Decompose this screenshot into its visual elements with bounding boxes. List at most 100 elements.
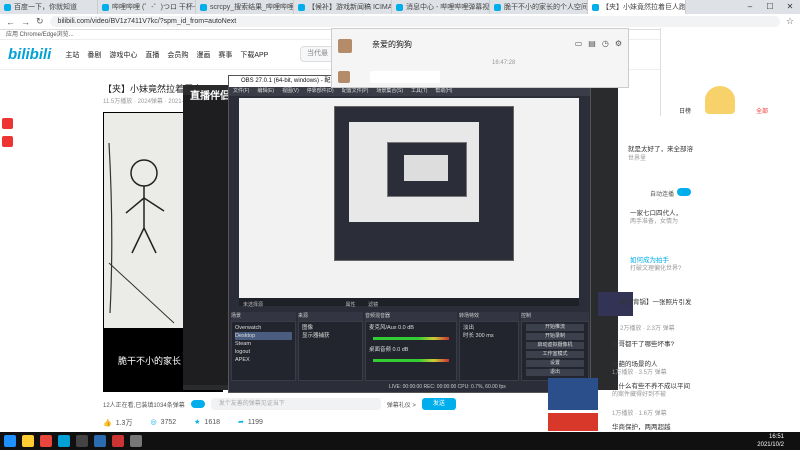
sources-dock: 图像 显示器捕获 bbox=[298, 321, 363, 381]
site-logo[interactable]: bilibili bbox=[8, 46, 51, 63]
obs-icon[interactable] bbox=[76, 435, 88, 447]
virtual-camera-button[interactable]: 启动虚拟摄像机 bbox=[526, 342, 584, 349]
menu-item[interactable]: 视图(V) bbox=[282, 87, 299, 96]
nested-preview bbox=[404, 155, 448, 181]
browser-tab-active[interactable]: 【夹】小妹竟然拉着巨人跑了 bbox=[588, 0, 686, 14]
file-explorer-icon[interactable] bbox=[22, 435, 34, 447]
exit-button[interactable]: 退出 bbox=[526, 369, 584, 376]
danmaku-toggle[interactable] bbox=[190, 400, 205, 408]
nav-item[interactable]: 赛事 bbox=[218, 50, 232, 60]
back-icon[interactable]: ← bbox=[6, 17, 15, 27]
side-share-icon[interactable] bbox=[2, 136, 13, 147]
maximize-icon[interactable]: ☐ bbox=[760, 0, 780, 14]
rec-title[interactable]: 实力背锅】一张照片引发 bbox=[620, 296, 692, 306]
coin-button[interactable]: ◎ 3752 bbox=[150, 418, 176, 428]
nav-item[interactable]: 游戏中心 bbox=[109, 50, 137, 60]
danmaku-etiquette-link[interactable]: 弹幕礼仪 > bbox=[387, 400, 416, 409]
star-icon[interactable]: ☆ bbox=[786, 16, 794, 27]
menu-item[interactable]: 停靠部件(D) bbox=[307, 87, 334, 96]
menu-item[interactable]: 工具(T) bbox=[411, 87, 427, 96]
rec-meta: 1万播放 · 3.5万 弹幕 bbox=[612, 370, 667, 376]
scene-item[interactable]: logout bbox=[235, 348, 292, 356]
browser-tab[interactable]: 哔哩哔哩 (゜-゜)つロ 干杯~-bi bbox=[98, 0, 196, 14]
transition-header: 转场特效 bbox=[459, 312, 519, 321]
nav-item[interactable]: 会员购 bbox=[167, 50, 188, 60]
share-button[interactable]: ➦ 1199 bbox=[238, 418, 263, 428]
rec-title[interactable]: 华商保护，两两超越 bbox=[612, 421, 671, 431]
menu-item[interactable]: 场景集合(S) bbox=[376, 87, 403, 96]
settings-icon[interactable]: ⚙ bbox=[615, 39, 622, 48]
rec-thumbnail[interactable] bbox=[548, 413, 598, 431]
volume-meter[interactable] bbox=[373, 337, 449, 340]
window-icon[interactable]: ▭ bbox=[575, 39, 583, 48]
scene-item[interactable]: APEX bbox=[235, 356, 292, 364]
rec-thumbnail[interactable] bbox=[548, 378, 598, 410]
browser-tab[interactable]: 消息中心 - 哔哩哔哩弹幕视频网 bbox=[392, 0, 490, 14]
favicon-icon bbox=[102, 3, 109, 11]
scene-item[interactable]: Overwatch bbox=[235, 324, 292, 332]
send-button[interactable]: 发送 bbox=[421, 398, 456, 410]
menu-item[interactable]: 配置文件(P) bbox=[342, 87, 369, 96]
app-icon[interactable] bbox=[112, 435, 124, 447]
minimize-icon[interactable]: – bbox=[740, 0, 760, 14]
rec-title[interactable]: 给哥都干了哪些坏事? bbox=[612, 338, 674, 348]
nav-item[interactable]: 漫画 bbox=[196, 50, 210, 60]
reload-icon[interactable]: ↻ bbox=[36, 16, 44, 27]
download-app-link[interactable]: 下载APP bbox=[240, 50, 268, 60]
duration-input[interactable]: 300 ms bbox=[476, 333, 494, 339]
steam-icon[interactable] bbox=[94, 435, 106, 447]
autoplay-toggle[interactable] bbox=[677, 188, 691, 196]
no-source-label: 未选择源 bbox=[243, 302, 264, 308]
favorite-button[interactable]: ★ 1618 bbox=[194, 418, 220, 428]
coin-icon: ◎ bbox=[150, 419, 157, 426]
app-icon[interactable] bbox=[130, 435, 142, 447]
studio-mode-button[interactable]: 工作室模式 bbox=[526, 351, 584, 358]
volume-meter[interactable] bbox=[373, 359, 449, 362]
nav-item[interactable]: 主站 bbox=[65, 50, 79, 60]
settings-button[interactable]: 设置 bbox=[526, 360, 584, 367]
side-feedback-icon[interactable] bbox=[2, 118, 13, 129]
source-item[interactable]: 显示器捕获 bbox=[302, 332, 359, 340]
nav-item[interactable]: 番剧 bbox=[87, 50, 101, 60]
nav-item[interactable]: 直播 bbox=[145, 50, 159, 60]
obs-preview[interactable] bbox=[239, 98, 579, 298]
properties-button[interactable]: 属性 bbox=[266, 302, 356, 308]
menu-item[interactable]: 文件(F) bbox=[233, 87, 249, 96]
taskbar bbox=[0, 432, 800, 450]
rec-meta: 1万播放 · 1.6万 弹幕 bbox=[612, 411, 667, 417]
url-input[interactable]: bilibili.com/video/BV1z7411V7kc/?spm_id_… bbox=[49, 16, 780, 27]
menu-item[interactable]: 编辑(E) bbox=[257, 87, 274, 96]
bilibili-icon[interactable] bbox=[58, 435, 70, 447]
chrome-icon[interactable] bbox=[40, 435, 52, 447]
source-item[interactable]: 图像 bbox=[302, 324, 359, 332]
avatar bbox=[338, 71, 350, 83]
chat-bubble bbox=[370, 71, 440, 83]
menu-item[interactable]: 帮助(H) bbox=[435, 87, 452, 96]
forward-icon[interactable]: → bbox=[21, 17, 30, 27]
like-button[interactable]: 👍 1.3万 bbox=[103, 418, 132, 428]
scene-item[interactable]: Steam bbox=[235, 340, 292, 348]
stream-tab[interactable]: 全部 bbox=[756, 106, 768, 115]
start-recording-button[interactable]: 开始录制 bbox=[526, 333, 584, 340]
controls-dock: 开始推流 开始录制 启动虚拟摄像机 工作室模式 设置 退出 bbox=[521, 321, 589, 381]
danmaku-input[interactable]: 发个友善的弹幕见证当下 bbox=[210, 398, 381, 410]
duration-label: 时长 bbox=[463, 333, 475, 339]
filters-button[interactable]: 滤镜 bbox=[358, 302, 378, 308]
scene-item-selected[interactable]: Desktop bbox=[235, 332, 292, 340]
stream-tab[interactable]: 日榜 bbox=[679, 106, 691, 115]
browser-tab[interactable]: 【候补】游戏新闻稿 ICIMA 公 bbox=[294, 0, 392, 14]
browser-tab[interactable]: scrcpy_搜索结果_哔哩哔哩_bili bbox=[196, 0, 294, 14]
history-icon[interactable]: ◷ bbox=[602, 39, 609, 48]
browser-tab[interactable]: 脆干不小的家长的个人空间_哔 bbox=[490, 0, 588, 14]
avatar[interactable] bbox=[338, 39, 352, 53]
windows-start-icon[interactable] bbox=[4, 435, 16, 447]
clock-date: 2021/10/2 bbox=[757, 442, 784, 448]
rec-meta: 两手准备，女情为 bbox=[630, 219, 679, 225]
folder-icon[interactable]: ▤ bbox=[588, 39, 596, 48]
browser-tab[interactable]: 百度一下，你就知道 bbox=[0, 0, 98, 14]
taskbar-clock[interactable]: 16:51 2021/10/2 bbox=[757, 433, 784, 449]
start-streaming-button[interactable]: 开始推流 bbox=[526, 324, 584, 331]
close-icon[interactable]: ✕ bbox=[780, 0, 800, 14]
transition-type[interactable]: 淡出 bbox=[463, 324, 515, 332]
rec-title[interactable]: 就是太好了，来全部溶 bbox=[628, 143, 693, 153]
